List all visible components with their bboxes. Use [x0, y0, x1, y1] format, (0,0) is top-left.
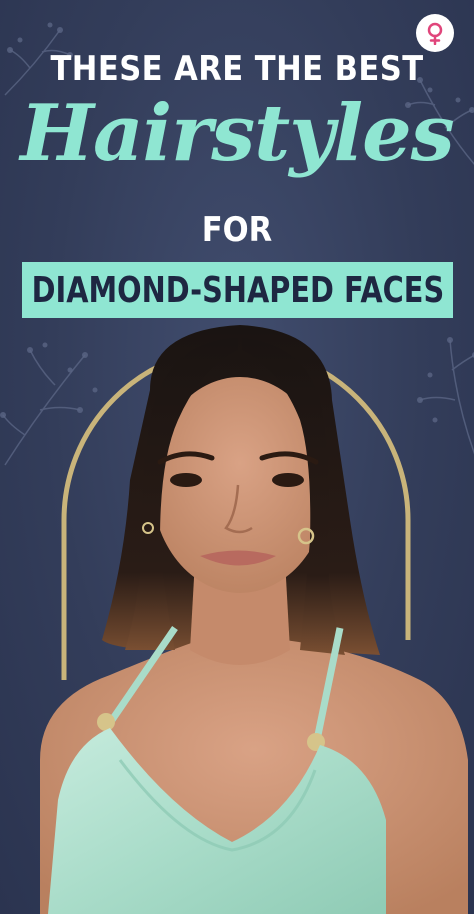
model-photo — [40, 325, 468, 914]
eye-left — [170, 473, 202, 487]
eye-right — [272, 473, 304, 487]
poster: THESE ARE THE BEST Hairstyles FOR DIAMON… — [0, 0, 474, 914]
strap-ornament-left — [97, 713, 115, 731]
